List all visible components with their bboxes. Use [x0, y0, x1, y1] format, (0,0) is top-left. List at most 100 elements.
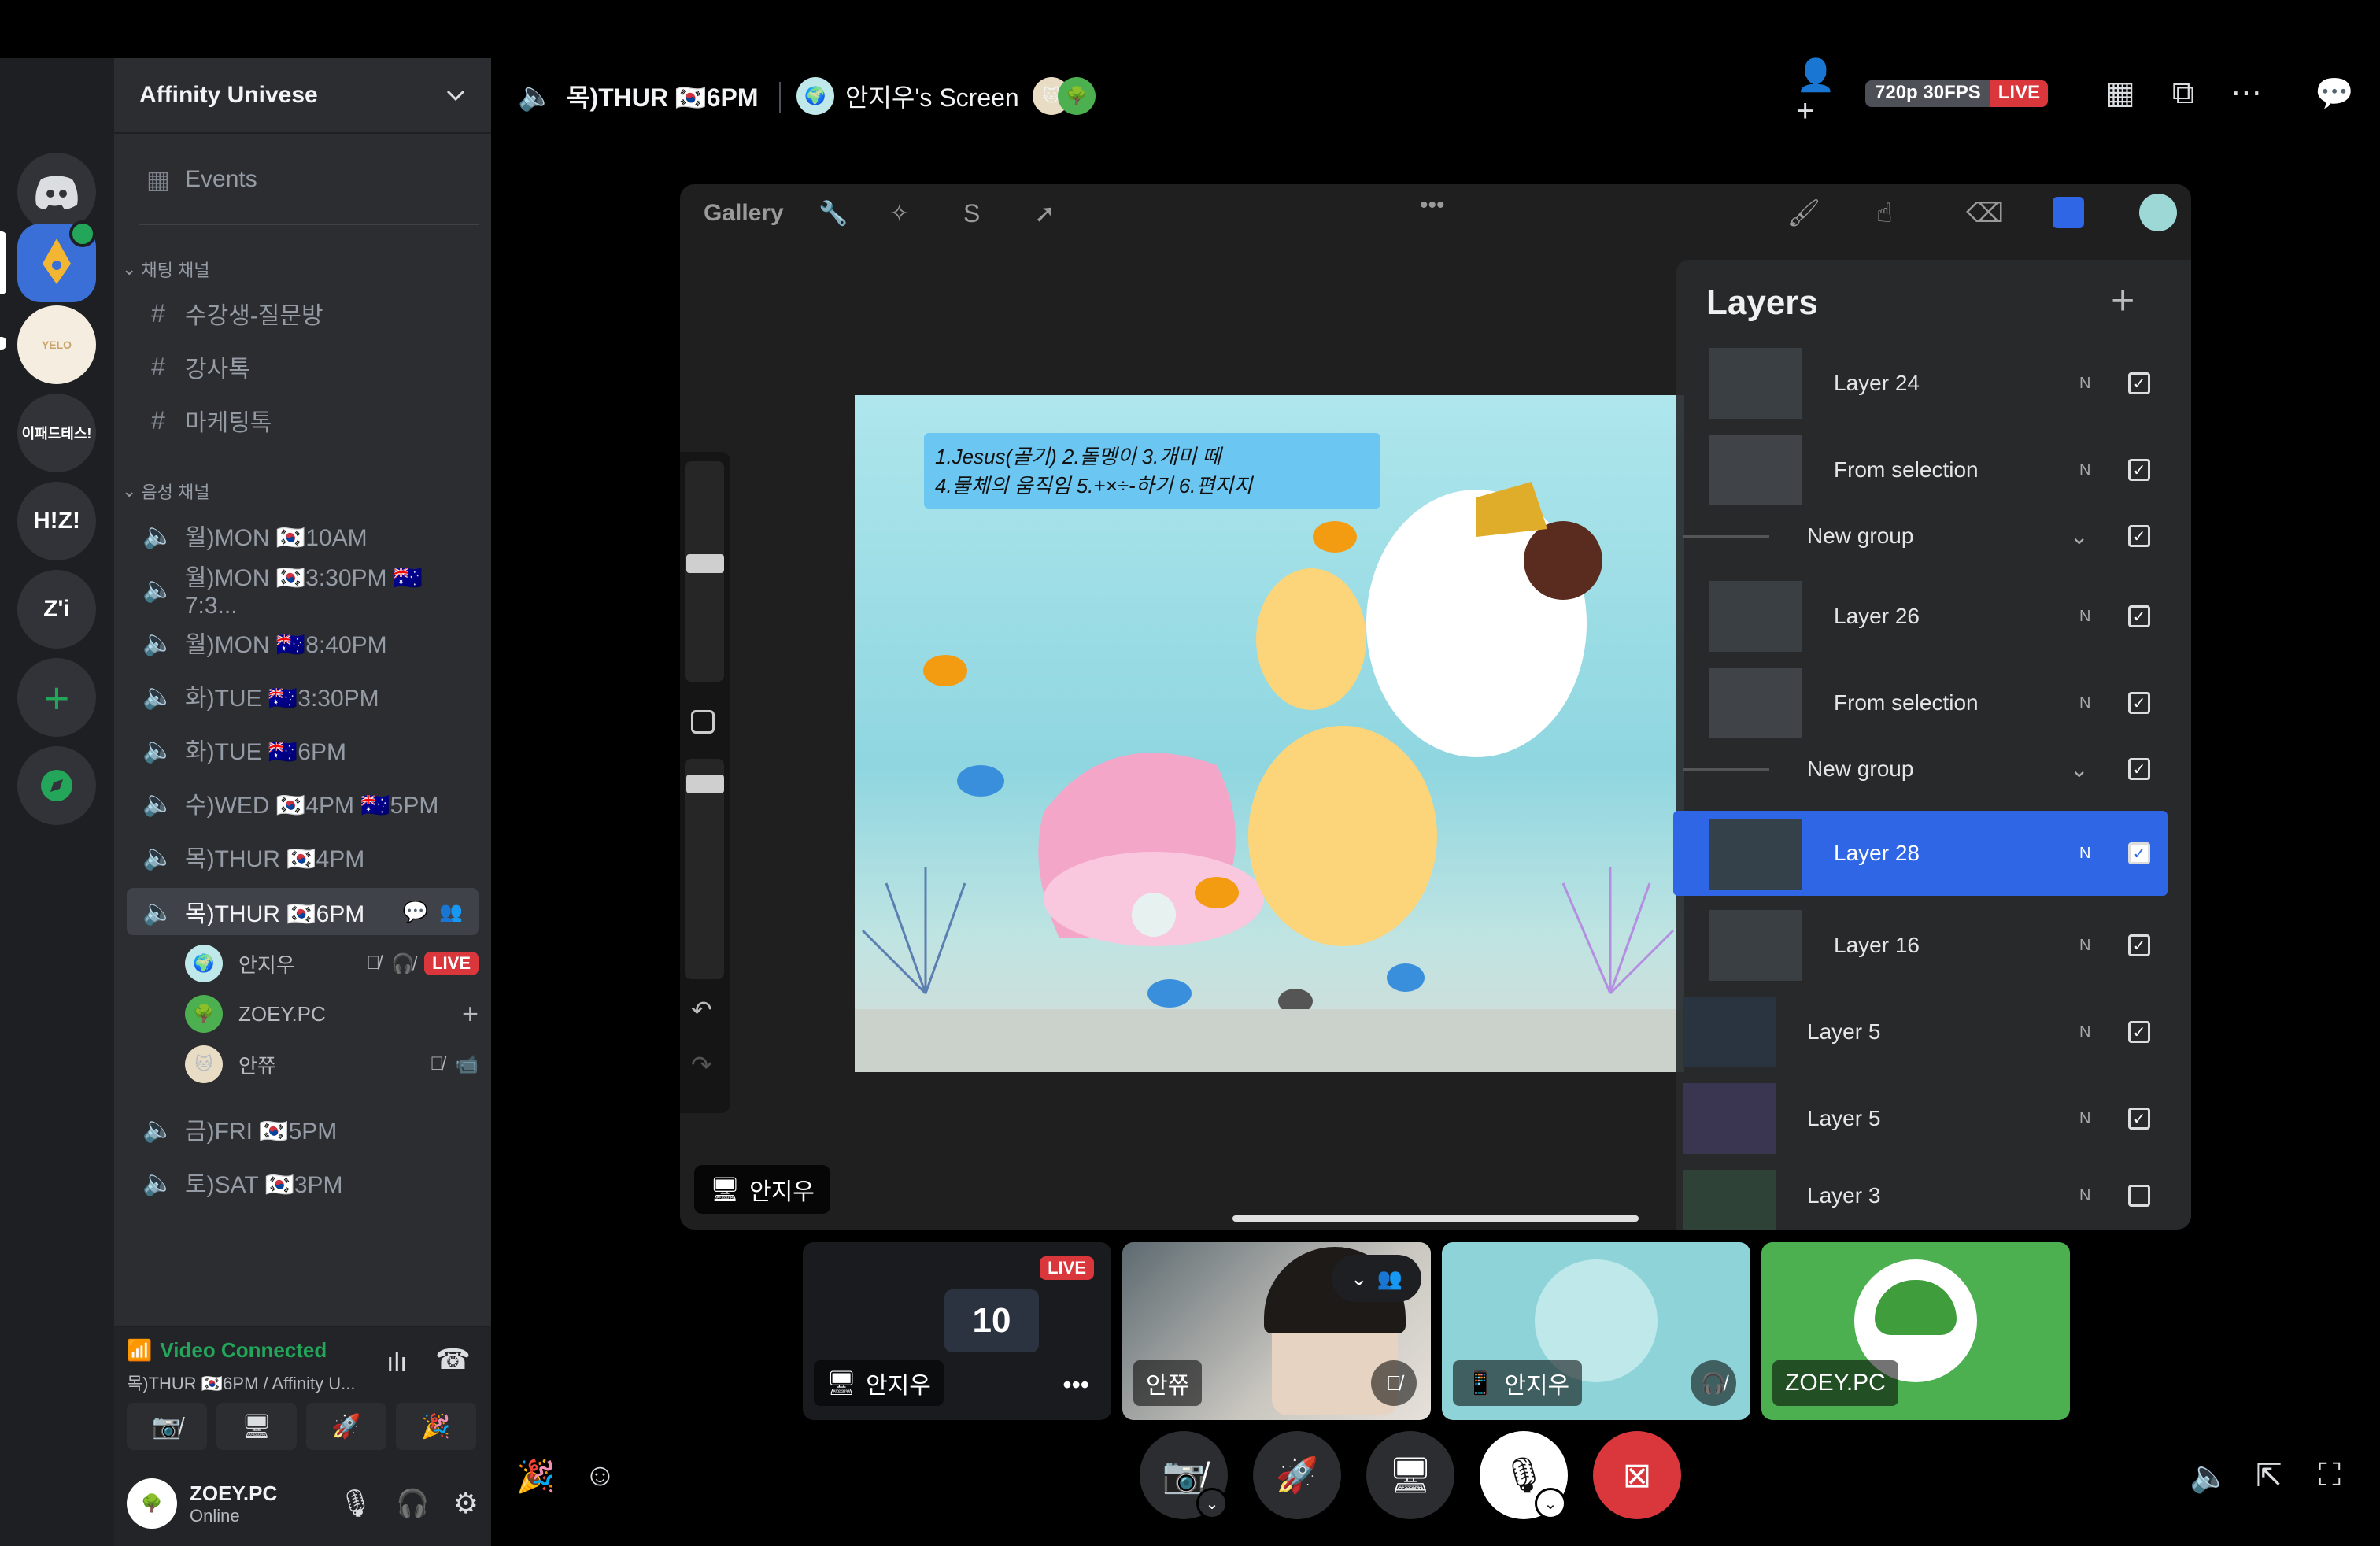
- visibility-checkbox[interactable]: ✓: [2128, 525, 2150, 547]
- events-item[interactable]: ▦ Events: [127, 156, 479, 203]
- slider-handle[interactable]: [686, 775, 724, 793]
- visibility-checkbox[interactable]: ✓: [2128, 459, 2150, 481]
- microphone-icon[interactable]: 🎙: [338, 1488, 372, 1519]
- blend-mode[interactable]: N: [2079, 375, 2090, 393]
- visibility-checkbox[interactable]: ✓: [2128, 372, 2150, 394]
- visibility-checkbox[interactable]: ✓: [2128, 1108, 2150, 1130]
- slider-handle[interactable]: [686, 554, 724, 573]
- share-screen-button[interactable]: 🖥: [1366, 1431, 1454, 1519]
- participant-tile-avatar[interactable]: ZOEY.PC: [1761, 1242, 2070, 1420]
- server-hiz[interactable]: H!Z!: [17, 482, 96, 560]
- layers-icon[interactable]: [2053, 197, 2084, 228]
- category-text-channels[interactable]: ⌄ 채팅 채널: [122, 257, 210, 282]
- noise-suppression-icon[interactable]: ılı: [386, 1348, 407, 1378]
- layer-row[interactable]: Layer 5 N ✓: [1676, 989, 2191, 1075]
- more-options-icon[interactable]: •••: [1420, 192, 1445, 219]
- emoji-icon[interactable]: ☺: [584, 1458, 616, 1493]
- visibility-checkbox[interactable]: ✓: [2128, 1021, 2150, 1043]
- channel-voice-active[interactable]: 🔈 목)THUR 🇰🇷6PM 💬 👥: [127, 888, 479, 935]
- layer-group-row[interactable]: New group ⌄ ✓: [1676, 501, 2191, 571]
- channel-voice-6[interactable]: 🔈 목)THUR 🇰🇷4PM: [127, 833, 479, 880]
- blend-mode[interactable]: N: [2079, 1187, 2090, 1205]
- chevron-down-icon[interactable]: ⌄: [1535, 1488, 1566, 1519]
- redo-icon[interactable]: ↷: [691, 1050, 712, 1080]
- layer-row[interactable]: Layer 24 N ✓: [1676, 340, 2191, 427]
- server-ipad-test[interactable]: 이패드테스!: [17, 394, 96, 472]
- undo-icon[interactable]: ↶: [691, 995, 712, 1025]
- soundboard-button[interactable]: 🎉: [396, 1403, 476, 1450]
- channel-voice-2[interactable]: 🔈 월)MON 🇦🇺8:40PM: [127, 619, 479, 666]
- layer-row[interactable]: Layer 26 N ✓: [1676, 573, 2191, 660]
- channel-voice-5[interactable]: 🔈 수)WED 🇰🇷4PM 🇦🇺5PM: [127, 779, 479, 827]
- chevron-down-icon[interactable]: ⌄: [2070, 523, 2088, 549]
- brush-icon[interactable]: 🖌: [1787, 198, 1820, 229]
- visibility-checkbox[interactable]: ✓: [2128, 605, 2150, 627]
- channel-text-0[interactable]: # 수강생-질문방: [127, 290, 479, 337]
- avatar[interactable]: 🌳: [127, 1478, 177, 1529]
- invite-icon[interactable]: 👤+: [1796, 58, 1843, 128]
- gear-icon[interactable]: ⚙: [453, 1487, 479, 1520]
- category-voice-channels[interactable]: ⌄ 음성 채널: [122, 479, 210, 504]
- channel-voice-7[interactable]: 🔈 금)FRI 🇰🇷5PM: [127, 1105, 479, 1152]
- discord-home-icon[interactable]: [17, 153, 96, 231]
- blend-mode[interactable]: N: [2079, 461, 2090, 479]
- add-server-icon[interactable]: +: [17, 658, 96, 737]
- soundboard-icon[interactable]: 🎉: [516, 1458, 556, 1495]
- gallery-button[interactable]: Gallery: [704, 200, 784, 227]
- channel-voice-4[interactable]: 🔈 화)TUE 🇦🇺6PM: [127, 726, 479, 773]
- voice-participant[interactable]: 🐱 안쮸 🎙̸ 📹: [185, 1042, 479, 1086]
- participant-tile-stream[interactable]: LIVE 10 🖥 안지우 •••: [803, 1242, 1111, 1420]
- activities-button[interactable]: 🚀: [306, 1403, 386, 1450]
- activities-button[interactable]: 🚀: [1253, 1431, 1341, 1519]
- channel-voice-8[interactable]: 🔈 토)SAT 🇰🇷3PM: [127, 1159, 479, 1206]
- popout-icon[interactable]: ⇱: [2256, 1458, 2282, 1494]
- popout-icon[interactable]: ⧉: [2160, 69, 2207, 117]
- selection-icon[interactable]: S: [963, 199, 980, 228]
- chevron-down-icon[interactable]: ⌄: [1196, 1488, 1228, 1519]
- chat-icon[interactable]: 💬: [2311, 69, 2358, 117]
- drawing-canvas[interactable]: 1.Jesus(골기) 2.돌멩이 3.개미 떼 4.물체의 움직임 5.+×÷…: [855, 395, 1684, 1072]
- blend-mode[interactable]: N: [2079, 845, 2090, 863]
- participant-tile-avatar[interactable]: 📱 안지우 🎧̸: [1442, 1242, 1750, 1420]
- voice-participant[interactable]: 🌳 ZOEY.PC +: [185, 992, 479, 1036]
- add-layer-icon[interactable]: +: [2111, 277, 2134, 324]
- screen-share-stage[interactable]: Gallery 🔧 ✧ S ➚ ••• 🖌 ☝ ⌫ ↶ ↷ 1.Jesus(골기…: [680, 184, 2191, 1230]
- blend-mode[interactable]: N: [2079, 1023, 2090, 1041]
- chevron-down-icon[interactable]: ⌄: [2070, 756, 2088, 782]
- server-header[interactable]: Affinity Univese: [114, 58, 491, 134]
- layer-row[interactable]: Layer 5 N ✓: [1676, 1075, 2191, 1162]
- toggle-camera-button[interactable]: 📷̸: [127, 1403, 207, 1450]
- smudge-icon[interactable]: ☝: [1876, 198, 1893, 229]
- eraser-icon[interactable]: ⌫: [1966, 198, 2004, 229]
- chat-bubble-icon[interactable]: 💬: [403, 900, 428, 924]
- volume-icon[interactable]: 🔈: [2190, 1458, 2229, 1495]
- layer-row[interactable]: Layer 3 N: [1676, 1162, 2191, 1230]
- magic-wand-icon[interactable]: ✧: [889, 200, 909, 227]
- layer-group-row[interactable]: New group ⌄ ✓: [1676, 734, 2191, 804]
- server-yelo-icon[interactable]: YELO: [17, 305, 96, 384]
- explore-icon[interactable]: [17, 746, 96, 825]
- transform-icon[interactable]: ➚: [1034, 198, 1055, 228]
- plus-icon[interactable]: +: [462, 997, 479, 1030]
- more-options-icon[interactable]: ⋯: [2223, 69, 2270, 117]
- visibility-checkbox[interactable]: ✓: [2128, 842, 2150, 864]
- invite-user-icon[interactable]: 👥: [439, 901, 463, 923]
- share-screen-button[interactable]: 🖥: [216, 1403, 297, 1450]
- server-zi[interactable]: Z'i: [17, 570, 96, 649]
- more-options-icon[interactable]: •••: [1062, 1370, 1089, 1400]
- blend-mode[interactable]: N: [2079, 608, 2090, 626]
- collapse-participants-button[interactable]: ⌄ 👥: [1332, 1255, 1421, 1302]
- channel-text-2[interactable]: # 마케팅톡: [127, 397, 479, 444]
- layer-row[interactable]: Layer 16 N ✓: [1676, 902, 2191, 989]
- grid-view-icon[interactable]: ▦: [2097, 69, 2144, 117]
- voice-status-subtitle[interactable]: 목)THUR 🇰🇷6PM / Affinity U...: [127, 1370, 356, 1395]
- leave-call-button[interactable]: ⊠: [1593, 1431, 1681, 1519]
- channel-voice-1[interactable]: 🔈 월)MON 🇰🇷3:30PM 🇦🇺7:3...: [127, 565, 479, 619]
- visibility-checkbox[interactable]: [2128, 1185, 2150, 1207]
- wrench-icon[interactable]: 🔧: [819, 200, 848, 227]
- stream-quality-badge[interactable]: 720p 30FPS LIVE: [1865, 80, 2049, 107]
- disconnect-icon[interactable]: ☎: [435, 1343, 471, 1376]
- headphones-icon[interactable]: 🎧: [396, 1488, 429, 1519]
- blend-mode[interactable]: N: [2079, 694, 2090, 712]
- voice-participant[interactable]: 🌍 안지우 🎙̸ 🎧̸ LIVE: [185, 941, 479, 986]
